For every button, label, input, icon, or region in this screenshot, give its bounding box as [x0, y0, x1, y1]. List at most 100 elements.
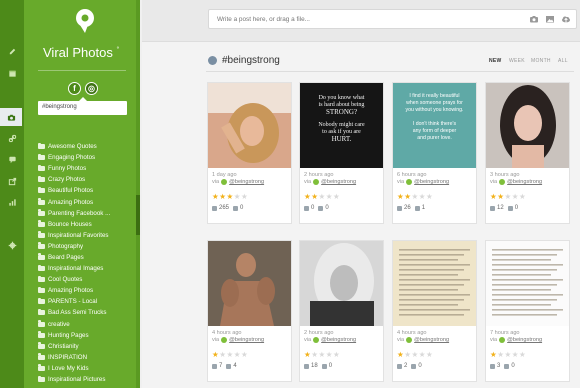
- source-handle-link[interactable]: @beingstrong: [507, 179, 542, 185]
- chat-icon[interactable]: [0, 150, 24, 168]
- source-handle-link[interactable]: @beingstrong: [414, 179, 449, 185]
- post-card[interactable]: I find it really beautiful when someone p…: [392, 82, 477, 224]
- sidebar-scrollbar[interactable]: [136, 0, 140, 388]
- star-icon[interactable]: ★: [504, 192, 511, 201]
- post-card[interactable]: 1 day ago via @beingstrong ★★★★★ 265 0: [207, 82, 292, 224]
- sidebar-item[interactable]: Bad Ass Semi Trucks: [38, 307, 146, 318]
- source-handle-link[interactable]: @beingstrong: [321, 179, 356, 185]
- star-rating[interactable]: ★★★★★: [304, 350, 340, 359]
- sidebar-item[interactable]: Awesome Quotes: [38, 141, 146, 152]
- instagram-icon[interactable]: ◎: [85, 82, 98, 95]
- star-icon[interactable]: ★: [512, 350, 519, 359]
- sidebar-item[interactable]: Cool Quotes: [38, 274, 146, 285]
- sidebar-item[interactable]: Crazy Photos: [38, 174, 146, 185]
- comment-icon[interactable]: [507, 205, 513, 211]
- star-icon[interactable]: ★: [333, 192, 340, 201]
- star-icon[interactable]: ★: [234, 350, 241, 359]
- sidebar-item[interactable]: Parenting Facebook ...: [38, 208, 146, 219]
- camera-upload-icon[interactable]: [529, 14, 539, 24]
- sidebar-item[interactable]: Amazing Photos: [38, 285, 146, 296]
- sidebar-item[interactable]: I Love My Kids: [38, 363, 146, 374]
- camera-icon[interactable]: [0, 108, 22, 126]
- star-icon[interactable]: ★: [419, 192, 426, 201]
- post-image[interactable]: I find it really beautiful when someone p…: [393, 83, 476, 168]
- sidebar-item[interactable]: Engaging Photos: [38, 152, 146, 163]
- post-card[interactable]: 2 hours ago via @beingstrong ★★★★★ 18 0: [299, 240, 384, 382]
- like-icon[interactable]: [212, 205, 217, 211]
- comment-icon[interactable]: [321, 363, 327, 369]
- export-icon[interactable]: [0, 172, 24, 190]
- range-week[interactable]: WEEK: [509, 58, 525, 64]
- image-icon[interactable]: [545, 14, 555, 24]
- post-image[interactable]: [300, 241, 383, 326]
- star-icon[interactable]: ★: [411, 350, 418, 359]
- sidebar-item[interactable]: Inspirational Pictures: [38, 374, 146, 385]
- star-rating[interactable]: ★★★★★: [490, 350, 526, 359]
- range-month[interactable]: MONTH: [531, 58, 551, 64]
- post-image[interactable]: [393, 241, 476, 326]
- source-handle-link[interactable]: @beingstrong: [507, 337, 542, 343]
- like-icon[interactable]: [304, 363, 309, 369]
- post-image[interactable]: [208, 83, 291, 168]
- like-icon[interactable]: [490, 205, 495, 211]
- sidebar-item[interactable]: INSPIRATION: [38, 352, 146, 363]
- source-handle-link[interactable]: @beingstrong: [414, 337, 449, 343]
- pencil-icon[interactable]: [0, 42, 24, 60]
- star-icon[interactable]: ★: [419, 350, 426, 359]
- comment-icon[interactable]: [226, 363, 232, 369]
- star-icon[interactable]: ★: [241, 350, 248, 359]
- star-icon[interactable]: ★: [318, 350, 325, 359]
- star-icon[interactable]: ★: [426, 192, 433, 201]
- comment-icon[interactable]: [504, 363, 510, 369]
- post-image[interactable]: [208, 241, 291, 326]
- star-icon[interactable]: ★: [411, 192, 418, 201]
- sidebar-scroll-thumb[interactable]: [136, 195, 140, 235]
- star-icon[interactable]: ★: [426, 350, 433, 359]
- like-icon[interactable]: [397, 205, 402, 211]
- sidebar-item[interactable]: Beautiful Photos: [38, 185, 146, 196]
- like-icon[interactable]: [212, 363, 217, 369]
- like-icon[interactable]: [490, 363, 495, 369]
- like-icon[interactable]: [397, 363, 402, 369]
- post-image[interactable]: [486, 83, 569, 168]
- post-image[interactable]: Do you know what is hard about being STRON…: [300, 83, 383, 168]
- source-handle-link[interactable]: @beingstrong: [229, 179, 264, 185]
- star-icon[interactable]: ★: [333, 350, 340, 359]
- star-icon[interactable]: ★: [326, 192, 333, 201]
- star-rating[interactable]: ★★★★★: [304, 192, 340, 201]
- star-rating[interactable]: ★★★★★: [212, 192, 248, 201]
- bar-chart-icon[interactable]: [0, 193, 24, 211]
- post-card[interactable]: 3 hours ago via @beingstrong ★★★★★ 12 0: [485, 82, 570, 224]
- star-rating[interactable]: ★★★★★: [212, 350, 248, 359]
- star-icon[interactable]: ★: [241, 192, 248, 201]
- star-icon[interactable]: ★: [226, 192, 233, 201]
- post-card[interactable]: 4 hours ago via @beingstrong ★★★★★ 7 4: [207, 240, 292, 382]
- sidebar-item[interactable]: Inspirational Images: [38, 263, 146, 274]
- star-icon[interactable]: ★: [318, 192, 325, 201]
- sidebar-item[interactable]: Bounce Houses: [38, 219, 146, 230]
- source-handle-link[interactable]: @beingstrong: [229, 337, 264, 343]
- sidebar-item[interactable]: Inspirational Favorites: [38, 230, 146, 241]
- sidebar-item[interactable]: Hunting Pages: [38, 330, 146, 341]
- star-icon[interactable]: ★: [512, 192, 519, 201]
- post-card[interactable]: 7 hours ago via @beingstrong ★★★★★ 3 0: [485, 240, 570, 382]
- post-image[interactable]: [486, 241, 569, 326]
- post-card[interactable]: Do you know what is hard about being STRON…: [299, 82, 384, 224]
- star-icon[interactable]: ★: [226, 350, 233, 359]
- sidebar-item[interactable]: PARENTS - Local: [38, 296, 146, 307]
- range-new[interactable]: NEW: [489, 58, 502, 64]
- star-icon[interactable]: ★: [234, 192, 241, 201]
- source-handle-link[interactable]: @beingstrong: [321, 337, 356, 343]
- star-icon[interactable]: ★: [326, 350, 333, 359]
- sidebar-item[interactable]: creative: [38, 319, 146, 330]
- tag-filter[interactable]: #beingstrong: [38, 101, 127, 115]
- star-icon[interactable]: ★: [519, 192, 526, 201]
- comment-icon[interactable]: [414, 205, 420, 211]
- star-icon[interactable]: ★: [519, 350, 526, 359]
- comment-icon[interactable]: [411, 363, 417, 369]
- post-card[interactable]: 4 hours ago via @beingstrong ★★★★★ 2 0: [392, 240, 477, 382]
- like-icon[interactable]: [304, 205, 309, 211]
- calendar-icon[interactable]: [0, 64, 24, 82]
- sidebar-item[interactable]: Amazing Photos: [38, 196, 146, 207]
- sidebar-item[interactable]: Funny Photos: [38, 163, 146, 174]
